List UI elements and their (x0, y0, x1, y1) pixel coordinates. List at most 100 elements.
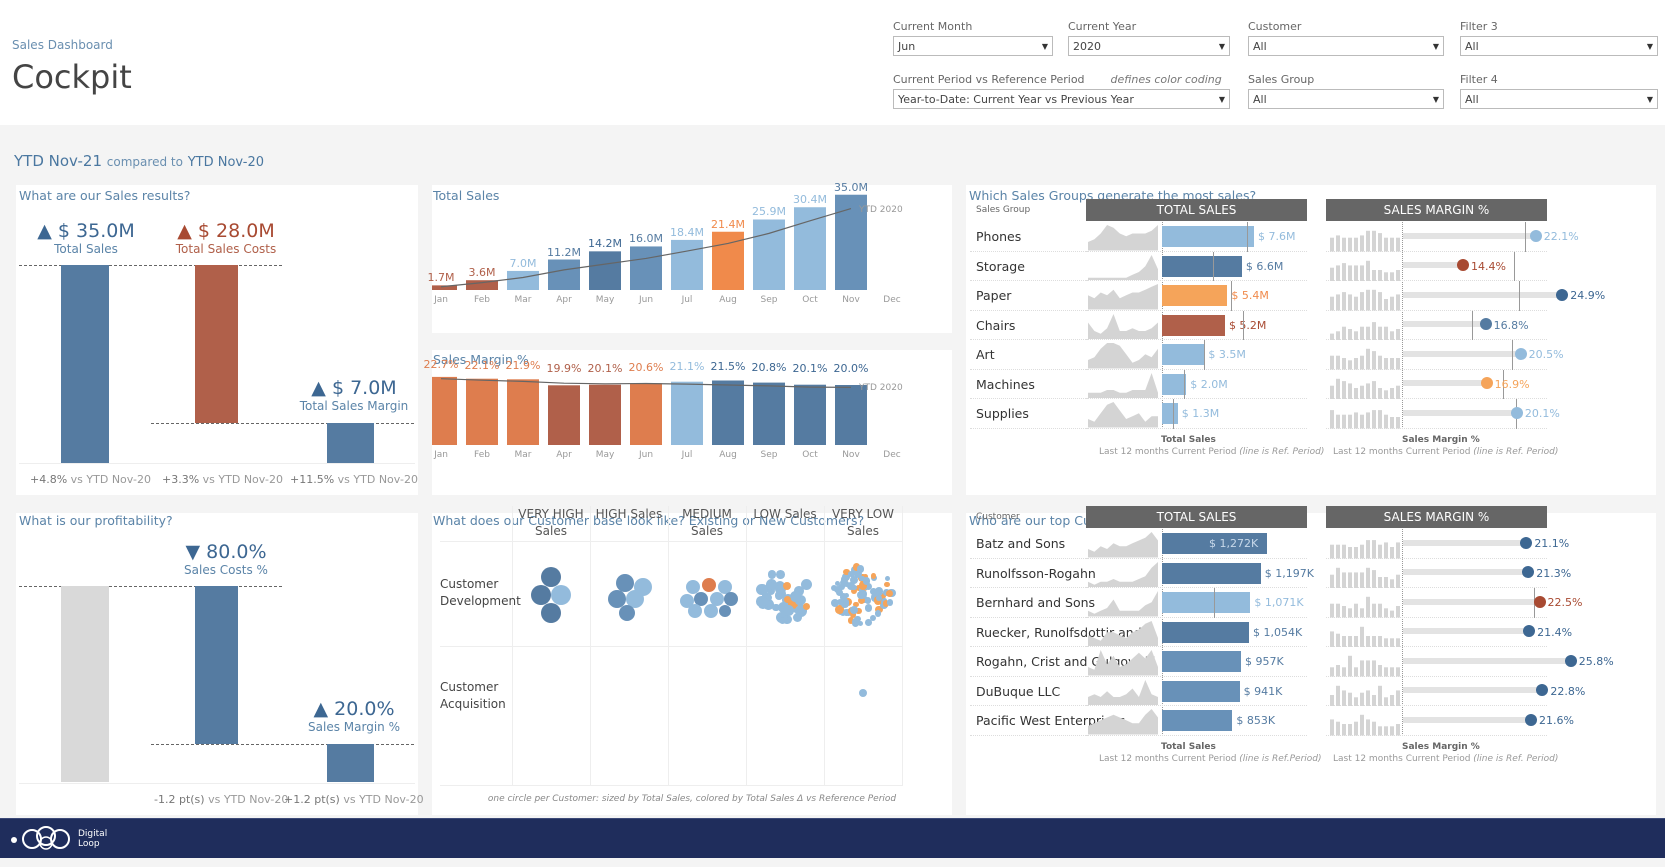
sales-bar[interactable] (1162, 710, 1233, 731)
sales-bar[interactable] (1162, 344, 1205, 365)
filter-4-select[interactable]: All ▼ (1460, 89, 1658, 109)
customer-bubble[interactable] (724, 592, 738, 606)
margin-dot[interactable] (1536, 684, 1549, 697)
sales-bar[interactable] (1162, 314, 1225, 336)
bar-sep[interactable] (753, 382, 785, 445)
bar-jun[interactable] (630, 383, 662, 445)
sales-bar[interactable] (1162, 651, 1241, 672)
customer-bubble[interactable] (801, 578, 813, 590)
customer-bubble[interactable] (802, 602, 811, 611)
customer-bubble[interactable] (688, 604, 702, 618)
customer-bubble[interactable] (874, 610, 882, 617)
customer-bubble[interactable] (783, 581, 792, 590)
customer-bubble[interactable] (835, 589, 843, 597)
sales-bar[interactable] (1162, 255, 1242, 277)
bar-feb[interactable] (466, 378, 498, 445)
customer-bubble[interactable] (719, 605, 731, 617)
customer-bubble[interactable] (886, 599, 893, 606)
bar-oct[interactable] (794, 384, 826, 445)
bar-nov[interactable] (835, 385, 867, 445)
current-year-select[interactable]: 2020 ▼ (1068, 36, 1230, 56)
bar-jul[interactable] (671, 239, 703, 290)
table-row[interactable]: Ruecker, Runolfsdottir and .. $ 1,054K 21.… (966, 618, 1572, 647)
customer-bubble[interactable] (856, 565, 865, 574)
sales-bar[interactable] (1162, 285, 1228, 306)
total-sales-margin-bar[interactable] (327, 423, 374, 463)
customer-bubble[interactable] (541, 567, 561, 587)
customer-bubble[interactable] (619, 605, 635, 621)
customer-bubble[interactable] (778, 616, 786, 624)
table-row[interactable]: Machines $ 2.0M 16.9% (966, 369, 1547, 399)
customer-bubble[interactable] (702, 578, 716, 592)
table-row[interactable]: Phones $ 7.6M 22.1% (966, 222, 1579, 252)
sales-bar[interactable] (1162, 680, 1240, 702)
table-row[interactable]: Runolfsson-Rogahn $ 1,197K 21.3% (966, 559, 1571, 588)
table-row[interactable]: Storage $ 6.6M 14.4% (966, 251, 1547, 281)
margin-dot[interactable] (1529, 229, 1542, 242)
margin-dot[interactable] (1533, 595, 1546, 608)
customer-bubble[interactable] (776, 570, 786, 579)
customer-bubble[interactable] (851, 617, 861, 627)
margin-dot[interactable] (1523, 625, 1536, 638)
bar-jan[interactable] (432, 376, 457, 445)
sales-group-select[interactable]: All ▼ (1248, 89, 1444, 109)
current-month-select[interactable]: Jun ▼ (893, 36, 1053, 56)
sales-bar[interactable] (1162, 226, 1254, 247)
period-select[interactable]: Year-to-Date: Current Year vs Previous Y… (893, 89, 1230, 109)
sales-costs-pct-bar[interactable] (195, 586, 238, 744)
bar-jul[interactable] (671, 381, 703, 445)
table-row[interactable]: Supplies $ 1.3M 20.1% (966, 399, 1560, 429)
margin-dot[interactable] (1520, 536, 1533, 549)
customer-bubble[interactable] (847, 581, 856, 590)
customer-bubble[interactable] (876, 594, 883, 601)
filter-3-select[interactable]: All ▼ (1460, 36, 1658, 56)
customer-bubble[interactable] (870, 572, 877, 579)
margin-dot[interactable] (1457, 259, 1469, 272)
sales-margin-pct-bar[interactable] (327, 744, 374, 782)
customer-bubble[interactable] (862, 577, 871, 585)
customer-select[interactable]: All ▼ (1248, 36, 1444, 56)
customer-bubble[interactable] (864, 597, 872, 604)
bar-apr[interactable] (548, 385, 580, 445)
customer-bubble[interactable] (864, 604, 873, 612)
table-row[interactable]: Rogahn, Crist and Gulgowski $ 957K 25.8% (966, 647, 1614, 677)
table-row[interactable]: Art $ 3.5M 20.5% (966, 340, 1564, 370)
table-row[interactable]: Chairs $ 5.2M 16.8% (966, 310, 1547, 340)
bar-oct[interactable] (794, 207, 826, 290)
customer-bubble[interactable] (884, 581, 891, 588)
margin-dot[interactable] (1525, 713, 1538, 726)
customer-bubble[interactable] (541, 603, 561, 623)
customer-bubble[interactable] (531, 585, 551, 605)
customer-bubble[interactable] (843, 599, 849, 605)
sales-bar[interactable] (1162, 621, 1249, 643)
bar-aug[interactable] (712, 380, 744, 446)
margin-dot[interactable] (1564, 654, 1577, 667)
customer-bubble[interactable] (783, 605, 794, 617)
margin-dot[interactable] (1510, 406, 1523, 419)
margin-dot[interactable] (1480, 377, 1493, 390)
margin-dot[interactable] (1479, 318, 1492, 331)
sales-bar[interactable] (1162, 592, 1251, 613)
margin-dot[interactable] (1522, 566, 1535, 579)
customer-bubble[interactable] (884, 575, 891, 582)
table-row[interactable]: Paper $ 5.4M 24.9% (966, 281, 1605, 311)
sales-bar[interactable] (1162, 373, 1187, 395)
table-row[interactable]: DuBuque LLC $ 941K 22.8% (966, 677, 1585, 706)
total-sales-bar[interactable] (61, 265, 109, 463)
table-row[interactable]: Batz and Sons $ 1,272K 21.1% (966, 529, 1569, 559)
customer-bubble[interactable] (767, 570, 777, 579)
bar-jun[interactable] (630, 246, 662, 290)
sales-bar[interactable] (1162, 562, 1261, 584)
customer-bubble[interactable] (869, 614, 876, 622)
sales-bar[interactable] (1162, 403, 1178, 424)
customer-bubble[interactable] (859, 689, 867, 697)
customer-bubble[interactable] (849, 606, 858, 615)
bar-may[interactable] (589, 384, 621, 445)
table-row[interactable]: Bernhard and Sons $ 1,071K 22.5% (966, 588, 1582, 618)
total-sales-costs-bar[interactable] (195, 265, 238, 423)
margin-dot[interactable] (1514, 347, 1527, 360)
customer-bubble[interactable] (551, 585, 571, 605)
bar-mar[interactable] (507, 379, 539, 445)
table-row[interactable]: Pacific West Enterprises $ 853K 21.6% (966, 706, 1574, 736)
margin-dot[interactable] (1556, 288, 1569, 301)
